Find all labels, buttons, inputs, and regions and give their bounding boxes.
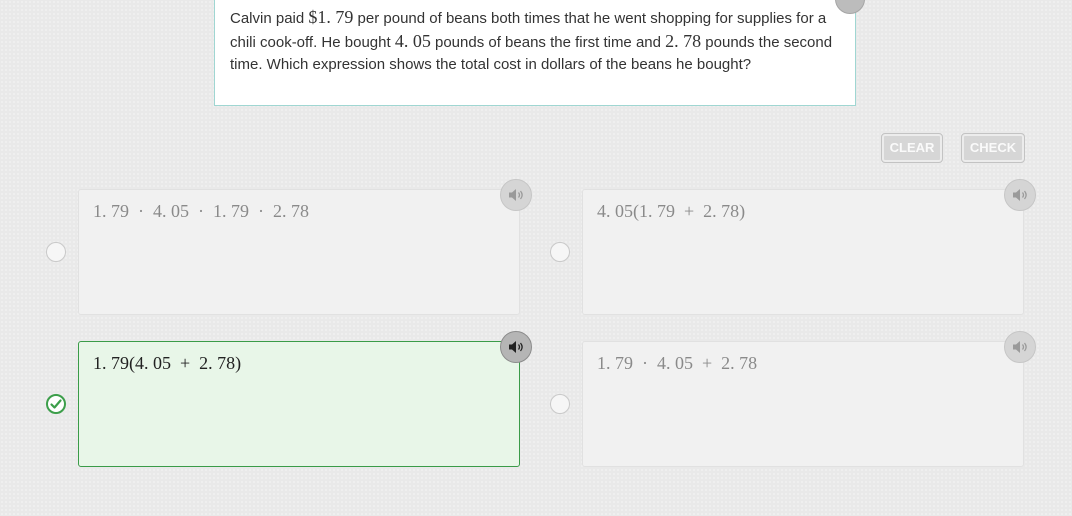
choice-a-audio-button[interactable] [500, 179, 532, 211]
choice-c-audio-button[interactable] [500, 331, 532, 363]
check-button[interactable]: CHECK [961, 133, 1025, 163]
choice-b-audio-button[interactable] [1004, 179, 1036, 211]
question-card: Calvin paid $1. 79 per pound of beans bo… [214, 0, 856, 106]
choice-d-card[interactable]: 1. 79 · 4. 05 + 2. 78 [582, 341, 1024, 467]
choice-d-radio[interactable] [550, 394, 570, 414]
choice-b-expression: 4. 05(1. 79 + 2. 78) [597, 201, 746, 221]
question-price: $1. 79 [308, 7, 354, 27]
choice-b-radio[interactable] [550, 242, 570, 262]
clear-button[interactable]: CLEAR [881, 133, 943, 163]
choice-c-radio[interactable] [46, 394, 66, 414]
choice-d-expression: 1. 79 · 4. 05 + 2. 78 [597, 353, 758, 373]
checkmark-icon [50, 399, 62, 409]
choice-a-expression: 1. 79 · 4. 05 · 1. 79 · 2. 78 [93, 201, 309, 221]
question-text-1: Calvin paid [230, 10, 309, 27]
speaker-icon [509, 189, 523, 201]
speaker-icon [1013, 341, 1027, 353]
speaker-icon [509, 341, 523, 353]
choice-c-expression: 1. 79(4. 05 + 2. 78) [93, 353, 242, 373]
choice-c-card[interactable]: 1. 79(4. 05 + 2. 78) [78, 341, 520, 467]
question-text-3: pounds of beans the first time and [430, 34, 666, 51]
choice-d-audio-button[interactable] [1004, 331, 1036, 363]
choice-a-card[interactable]: 1. 79 · 4. 05 · 1. 79 · 2. 78 [78, 189, 520, 315]
question-second-amount: 2. 78 [665, 31, 702, 51]
choice-a-radio[interactable] [46, 242, 66, 262]
question-first-amount: 4. 05 [394, 31, 431, 51]
speaker-icon [1013, 189, 1027, 201]
choice-b-card[interactable]: 4. 05(1. 79 + 2. 78) [582, 189, 1024, 315]
